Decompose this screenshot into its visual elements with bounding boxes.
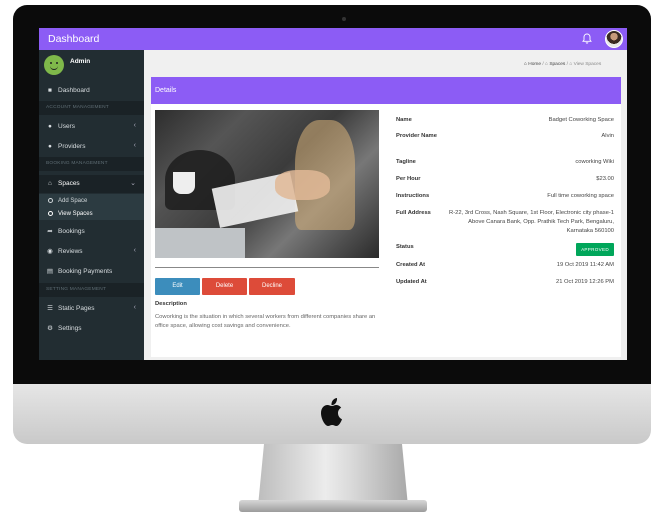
divider bbox=[155, 267, 379, 268]
circle-icon bbox=[48, 197, 53, 203]
detail-value: Full time coworking space bbox=[547, 193, 614, 199]
photo-laptop-shape bbox=[155, 228, 245, 258]
description-label: Description bbox=[155, 301, 187, 307]
breadcrumb-separator: / ⌂ bbox=[542, 62, 548, 67]
detail-value: R-22, 3rd Cross, Nash Square, 1st Floor,… bbox=[449, 210, 614, 234]
edit-button[interactable]: Edit bbox=[155, 278, 200, 295]
breadcrumb-separator: / ⌂ bbox=[566, 62, 573, 67]
top-bar: Dashboard bbox=[39, 28, 627, 50]
sidebar-item-label: Spaces bbox=[58, 180, 80, 187]
detail-value: 21 Oct 2019 12:26 PM bbox=[555, 279, 614, 285]
panel-header: Details bbox=[151, 77, 621, 104]
panel-title: Details bbox=[155, 87, 177, 94]
sidebar-item-booking-payments[interactable]: ▤ Booking Payments bbox=[39, 263, 144, 281]
breadcrumb-spaces[interactable]: Spaces bbox=[549, 62, 565, 67]
photo-hand-shape bbox=[275, 170, 330, 200]
space-photo bbox=[155, 110, 379, 258]
sidebar-item-label: Bookings bbox=[58, 228, 85, 235]
avatar-smile bbox=[50, 66, 58, 70]
gear-icon: ⚙ bbox=[47, 325, 53, 332]
user-icon: ● bbox=[48, 123, 52, 130]
bell-icon[interactable] bbox=[582, 33, 592, 44]
description-text: Coworking is the situation in which seve… bbox=[155, 314, 376, 329]
chevron-left-icon: ‹ bbox=[133, 122, 136, 129]
breadcrumb-current: View Spaces bbox=[573, 62, 602, 67]
section-account-management: ACCOUNT MANAGEMENT bbox=[39, 101, 144, 115]
home-icon: ⌂ bbox=[48, 180, 52, 187]
avatar-eye bbox=[56, 62, 58, 64]
detail-label: Updated At bbox=[396, 279, 427, 285]
detail-value: Badget Coworking Space bbox=[548, 117, 614, 123]
admin-profile: Admin bbox=[42, 53, 141, 81]
pages-icon: ☰ bbox=[47, 305, 53, 312]
admin-name: Admin bbox=[70, 58, 91, 65]
circle-icon bbox=[48, 210, 53, 216]
star-icon: ◉ bbox=[47, 248, 53, 255]
sidebar-item-static-pages[interactable]: ☰ Static Pages ‹ bbox=[39, 300, 144, 318]
sidebar-item-label: Providers bbox=[58, 143, 86, 150]
detail-label: Name bbox=[396, 117, 412, 123]
sidebar-subitem-add-space[interactable]: Add Space bbox=[39, 194, 144, 207]
brand-title[interactable]: Dashboard bbox=[48, 33, 99, 45]
chevron-left-icon: ‹ bbox=[133, 142, 136, 149]
detail-label: Full Address bbox=[396, 210, 431, 216]
section-booking-management: BOOKING MANAGEMENT bbox=[39, 157, 144, 171]
chevron-down-icon: ⌄ bbox=[130, 180, 136, 187]
detail-value: $23.00 bbox=[596, 176, 614, 182]
detail-label: Instructions bbox=[396, 193, 430, 199]
sidebar-item-bookings[interactable]: ➦ Bookings bbox=[39, 223, 144, 241]
details-panel: Details Edit Delete Decline Description … bbox=[151, 77, 621, 357]
sidebar: Admin ■ Dashboard ACCOUNT MANAGEMENT ● U… bbox=[39, 50, 144, 360]
sidebar-item-label: Users bbox=[58, 123, 75, 130]
detail-label: Per Hour bbox=[396, 176, 421, 182]
sidebar-item-label: View Spaces bbox=[58, 210, 93, 217]
sidebar-subitem-view-spaces[interactable]: View Spaces bbox=[39, 207, 144, 220]
sidebar-item-users[interactable]: ● Users ‹ bbox=[39, 118, 144, 136]
sidebar-item-spaces[interactable]: ⌂ Spaces ⌄ bbox=[39, 175, 144, 193]
section-setting-management: SETTING MANAGEMENT bbox=[39, 283, 144, 297]
status-badge: APPROVED bbox=[576, 243, 614, 256]
screen: Dashboard Admin ■ Dashboard ACCOUNT MANA bbox=[39, 28, 627, 360]
decline-button[interactable]: Decline bbox=[249, 278, 295, 295]
sidebar-item-dashboard[interactable]: ■ Dashboard bbox=[39, 82, 144, 100]
delete-button[interactable]: Delete bbox=[202, 278, 247, 295]
detail-value: APPROVED bbox=[444, 243, 614, 256]
detail-value: 19 Oct 2019 11:42 AM bbox=[556, 262, 614, 268]
detail-value: Alvin bbox=[601, 133, 614, 139]
admin-avatar bbox=[44, 55, 64, 75]
sidebar-item-label: Booking Payments bbox=[58, 268, 113, 275]
avatar-eye bbox=[50, 62, 52, 64]
sidebar-item-label: Static Pages bbox=[58, 305, 95, 312]
sidebar-item-label: Dashboard bbox=[58, 87, 90, 94]
sidebar-item-label: Settings bbox=[58, 325, 82, 332]
chevron-left-icon: ‹ bbox=[133, 247, 136, 254]
detail-label: Status bbox=[396, 244, 414, 250]
home-icon: ⌂ bbox=[524, 62, 527, 67]
sidebar-item-reviews[interactable]: ◉ Reviews ‹ bbox=[39, 243, 144, 261]
user-avatar[interactable] bbox=[605, 30, 623, 48]
detail-label: Provider Name bbox=[396, 133, 437, 139]
dashboard-icon: ■ bbox=[48, 87, 52, 94]
chevron-left-icon: ‹ bbox=[133, 304, 136, 311]
breadcrumb-home[interactable]: Home bbox=[528, 62, 541, 67]
users-icon: ● bbox=[48, 143, 52, 150]
camera-dot bbox=[342, 17, 346, 21]
money-icon: ▤ bbox=[46, 268, 54, 275]
sidebar-item-providers[interactable]: ● Providers ‹ bbox=[39, 138, 144, 156]
stand-neck bbox=[258, 444, 408, 506]
stand-foot bbox=[239, 500, 427, 512]
detail-label: Tagline bbox=[396, 159, 416, 165]
apple-logo-icon bbox=[321, 398, 342, 426]
sidebar-item-label: Add Space bbox=[58, 197, 88, 204]
share-icon: ➦ bbox=[47, 228, 53, 235]
imac-mockup: Dashboard Admin ■ Dashboard ACCOUNT MANA bbox=[0, 0, 657, 517]
detail-value: coworking Wiki bbox=[575, 159, 614, 165]
sidebar-item-settings[interactable]: ⚙ Settings bbox=[39, 320, 144, 338]
detail-label: Created At bbox=[396, 262, 426, 268]
photo-cup-shape bbox=[173, 172, 195, 194]
sidebar-item-label: Reviews bbox=[58, 248, 83, 255]
breadcrumb: ⌂ Home / ⌂ Spaces / ⌂ View Spaces bbox=[524, 62, 601, 67]
